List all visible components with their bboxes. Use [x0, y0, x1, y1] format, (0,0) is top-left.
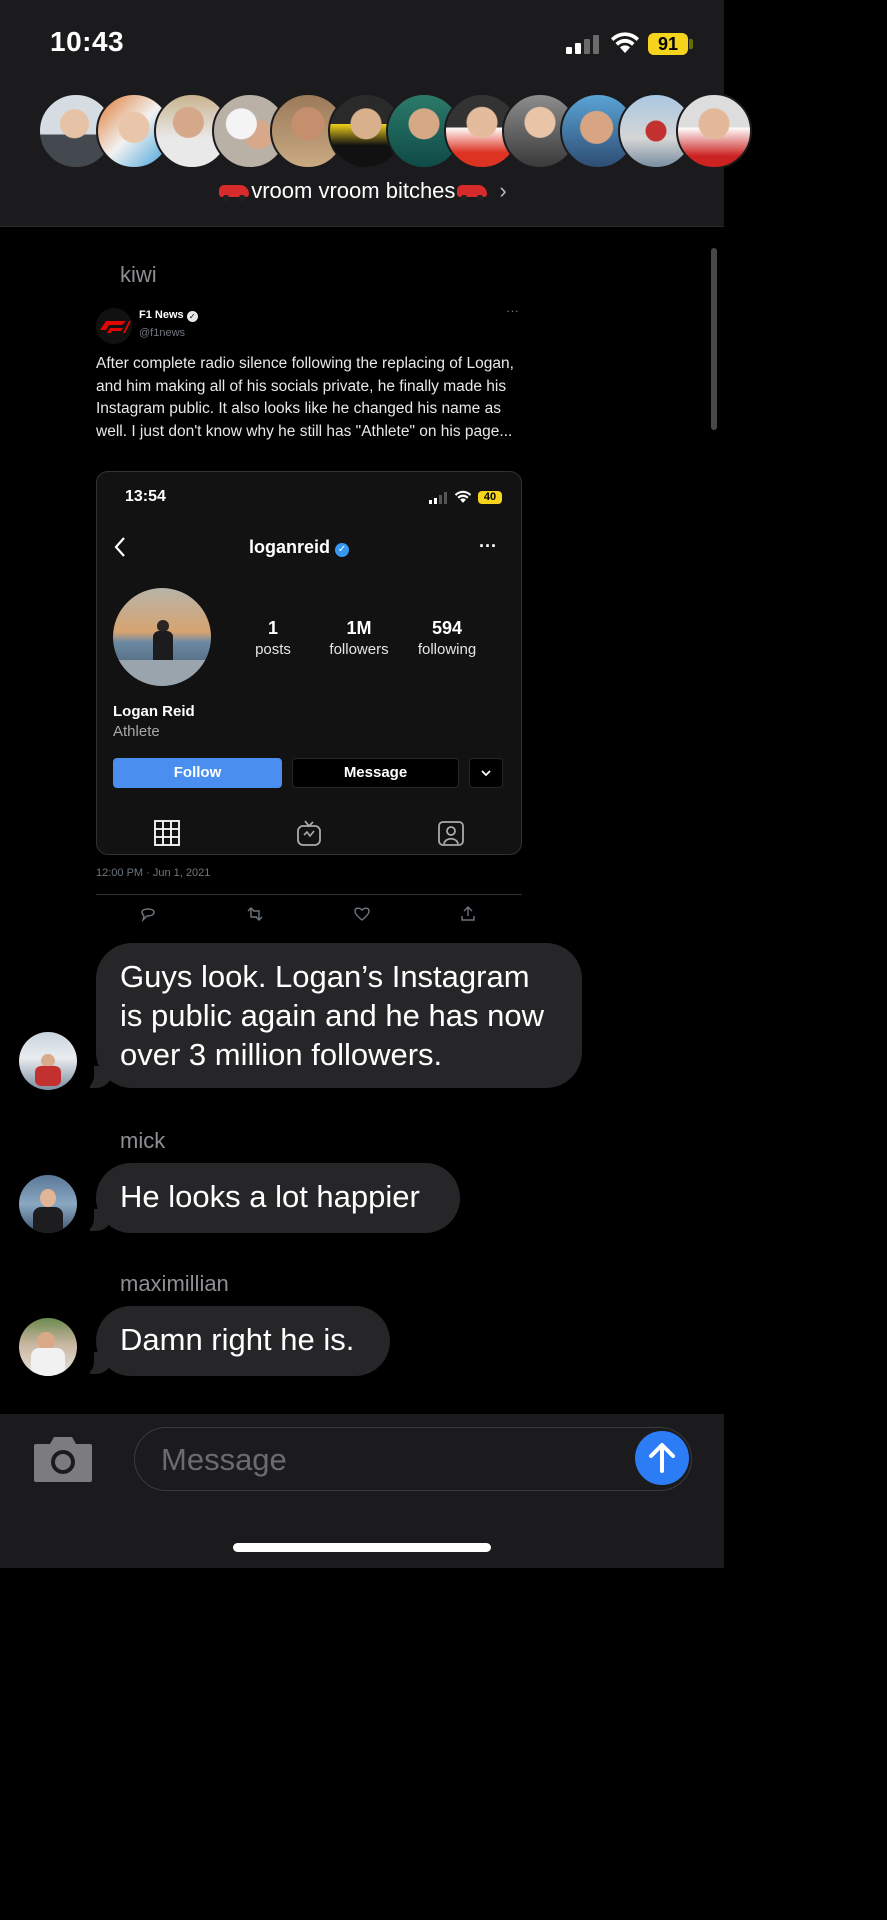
reply-icon	[141, 908, 155, 923]
ig-signal-icon	[429, 492, 449, 504]
chevron-down-icon	[481, 770, 491, 777]
tweet-body: After complete radio silence following t…	[96, 355, 514, 440]
ig-category: Athlete	[113, 723, 160, 740]
grid-icon	[154, 820, 180, 846]
send-button[interactable]	[635, 1431, 689, 1485]
message-bubble[interactable]: Guys look. Logan’s Instagram is public a…	[96, 943, 582, 1088]
sender-name: maximillian	[120, 1271, 229, 1296]
verified-icon: ✓	[186, 311, 198, 322]
tweet-account-name: F1 News ✓	[139, 309, 198, 322]
race-car-icon	[219, 185, 250, 201]
ig-posts-count: 1	[267, 618, 278, 638]
ig-following-stat: 594 following	[407, 618, 487, 658]
race-car-icon	[457, 185, 488, 201]
share-icon	[461, 906, 475, 921]
like-icon	[354, 907, 370, 921]
scrollbar[interactable]	[711, 248, 717, 430]
wifi-icon	[611, 32, 639, 53]
status-time: 10:43	[50, 26, 125, 57]
ig-message-button: Message	[292, 758, 459, 788]
cellular-signal-icon	[566, 34, 602, 54]
sender-avatar[interactable]	[19, 1318, 77, 1376]
retweet-icon	[247, 907, 263, 921]
igtv-icon	[297, 820, 321, 846]
message-input[interactable]	[159, 1428, 623, 1491]
ig-followers-label: followers	[329, 641, 389, 658]
ig-username-label: loganreid	[248, 537, 330, 557]
group-name-button[interactable]: vroom vroom bitches ›	[0, 178, 724, 204]
home-indicator[interactable]	[233, 1543, 491, 1552]
camera-icon[interactable]	[32, 1434, 94, 1484]
message-field[interactable]	[134, 1427, 692, 1491]
ig-wifi-icon	[454, 490, 472, 503]
sender-name: kiwi	[120, 262, 157, 287]
ig-follow-button: Follow	[113, 758, 282, 788]
group-name-label: vroom vroom bitches	[251, 178, 456, 203]
ig-followers-count: 1M	[346, 618, 372, 638]
f1-logo-icon	[96, 308, 132, 344]
tweet-timestamp: 12:00 PM · Jun 1, 2021	[96, 867, 211, 879]
conversation-header: 10:43 91 vroom vroom bitches ›	[0, 0, 752, 227]
tagged-icon	[438, 821, 464, 846]
ig-verified-icon: ✓	[335, 543, 350, 557]
ig-followers-stat: 1M followers	[319, 618, 399, 658]
ig-username: loganreid ✓	[97, 537, 501, 558]
composer-bar	[0, 1414, 724, 1568]
chevron-right-icon: ›	[499, 178, 507, 203]
tweet-account-label: F1 News	[139, 309, 184, 321]
ig-more-icon: ···	[479, 536, 497, 556]
ig-status-time: 13:54	[125, 488, 166, 505]
sender-name: mick	[120, 1128, 166, 1153]
tweet-divider	[96, 894, 522, 895]
ig-battery: 40	[478, 491, 502, 504]
message-bubble[interactable]: He looks a lot happier	[96, 1163, 460, 1233]
ig-following-label: following	[417, 641, 477, 658]
instagram-screenshot: 13:54 40 loganreid ✓ ··· 1 posts 1M foll…	[96, 471, 522, 855]
more-icon: ···	[506, 303, 519, 318]
ig-full-name: Logan Reid	[113, 703, 195, 720]
ig-dropdown-button	[469, 758, 503, 788]
sender-avatar[interactable]	[19, 1032, 77, 1090]
message-bubble[interactable]: Damn right he is.	[96, 1306, 390, 1376]
ig-following-count: 594	[431, 618, 463, 638]
ig-posts-label: posts	[255, 641, 291, 658]
tweet-handle: @f1news	[139, 327, 186, 339]
sender-avatar[interactable]	[19, 1175, 77, 1233]
member-avatar	[676, 93, 752, 169]
battery-indicator: 91	[648, 33, 688, 55]
ig-profile-picture	[113, 588, 211, 686]
battery-cap-icon	[689, 39, 693, 49]
arrow-up-icon	[649, 1443, 675, 1473]
ig-posts-stat: 1 posts	[243, 618, 303, 658]
